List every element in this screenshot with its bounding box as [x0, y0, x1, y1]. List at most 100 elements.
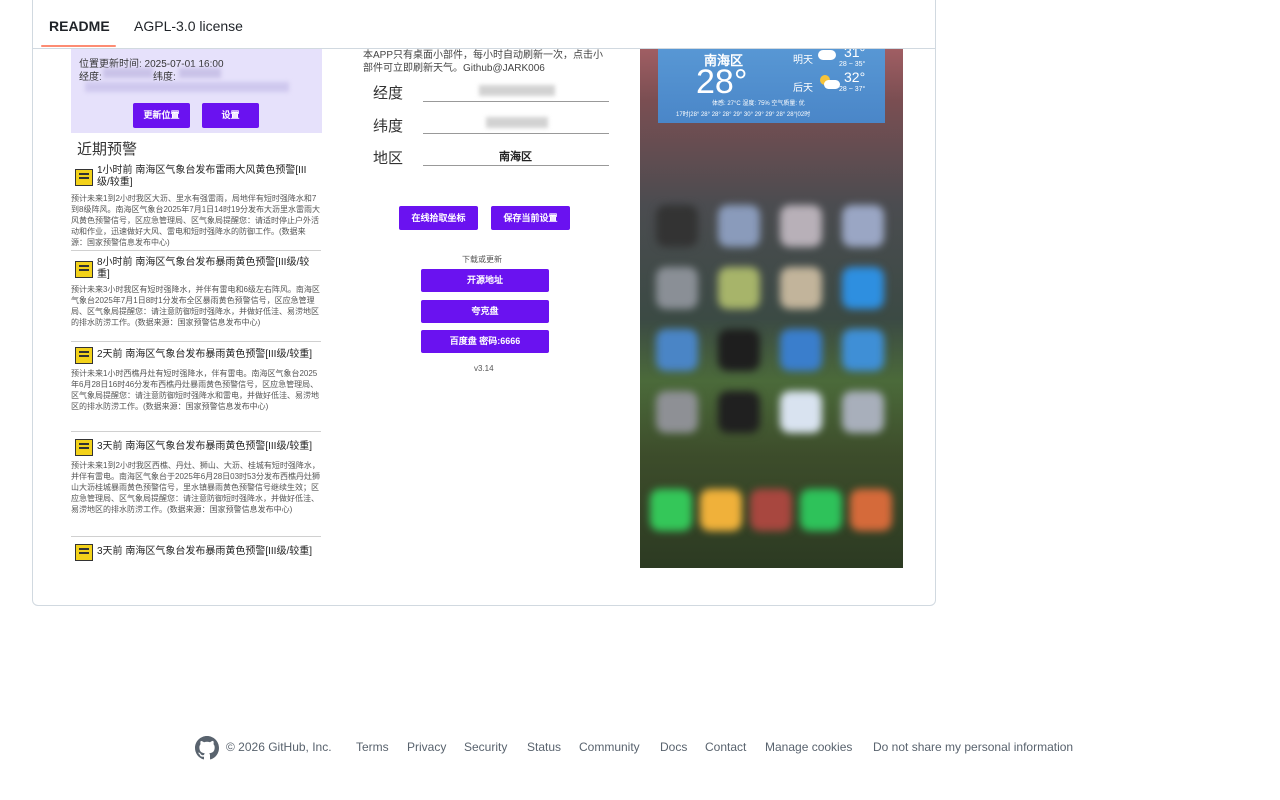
divider	[71, 431, 321, 432]
warning-title: 1小时前 南海区气象台发布雷雨大风黄色预警[III级/较重]	[97, 165, 307, 188]
app-icon[interactable]	[780, 267, 822, 309]
warning-item: 8小时前 南海区气象台发布暴雨黄色预警[III级/较重] 预计未来3小时我区有短…	[71, 257, 322, 342]
lat-label: 纬度:	[153, 72, 176, 83]
warning-body: 预计未来1小时西樵丹灶有短时强降水，伴有雷电。南海区气象台2025年6月28日1…	[71, 369, 319, 411]
lng-blurred-value	[103, 68, 153, 78]
app-icon[interactable]	[780, 391, 822, 433]
warning-title: 2天前 南海区气象台发布暴雨黄色预警[III级/较重]	[97, 349, 313, 360]
lat-field-value-blurred	[486, 117, 548, 128]
address-blurred	[85, 82, 289, 92]
warning-icon	[75, 544, 93, 561]
lat-field-label: 纬度	[373, 118, 404, 135]
message-icon[interactable]	[800, 489, 842, 531]
warning-icon	[75, 169, 93, 186]
app-icon[interactable]	[718, 391, 760, 433]
footer-link-do-not-share[interactable]: Do not share my personal information	[873, 740, 1073, 754]
warning-item: 3天前 南海区气象台发布暴雨黄色预警[III级/较重] 预计未来1到2小时我区西…	[71, 438, 322, 538]
phone-icon[interactable]	[650, 489, 692, 531]
widget-hourly: 17时|28° 28° 28° 28° 29° 30° 29° 29° 28° …	[676, 112, 811, 118]
footer-copyright: © 2026 GitHub, Inc.	[226, 740, 332, 754]
warning-icon	[75, 439, 93, 456]
tab-readme[interactable]: README	[49, 17, 110, 35]
app-icon[interactable]	[842, 205, 884, 247]
app-icon[interactable]	[780, 329, 822, 371]
warning-title: 3天前 南海区气象台发布暴雨黄色预警[III级/较重]	[97, 546, 313, 557]
app-icon[interactable]	[718, 205, 760, 247]
app-version: v3.14	[474, 364, 494, 373]
lng-field-label: 经度	[373, 85, 404, 102]
update-location-button[interactable]: 更新位置	[133, 103, 190, 128]
footer-link-security[interactable]: Security	[464, 740, 507, 754]
footer-link-manage-cookies[interactable]: Manage cookies	[765, 740, 852, 754]
save-settings-button[interactable]: 保存当前设置	[491, 206, 570, 230]
footer-link-docs[interactable]: Docs	[660, 740, 687, 754]
divider	[71, 536, 321, 537]
page-footer: © 2026 GitHub, Inc. Terms Privacy Securi…	[0, 736, 1280, 760]
app-icon[interactable]	[718, 329, 760, 371]
warning-item: 3天前 南海区气象台发布暴雨黄色预警[III级/较重]	[71, 543, 322, 563]
lng-field[interactable]	[423, 101, 609, 102]
lat-field[interactable]	[423, 133, 609, 134]
settings-button[interactable]: 设置	[202, 103, 259, 128]
weather-widget[interactable]: 南海区 28° 明天 31° 28 ~ 35° 后天 32° 28 ~ 37° …	[658, 49, 885, 123]
app-intro-text: 本APP只有桌面小部件，每小时自动刷新一次，点击小部件可立即刷新天气。Githu…	[363, 50, 604, 74]
quark-download-button[interactable]: 夸克盘	[421, 300, 549, 323]
app-icon[interactable]	[842, 267, 884, 309]
baidu-download-button[interactable]: 百度盘 密码:6666	[421, 330, 549, 353]
app-screenshot-settings: 本APP只有桌面小部件，每小时自动刷新一次，点击小部件可立即刷新天气。Githu…	[351, 49, 641, 394]
recent-warnings-title: 近期预警	[77, 141, 138, 158]
app-icon[interactable]	[656, 267, 698, 309]
widget-tomorrow-temp: 31°	[844, 49, 866, 60]
widget-tomorrow-label: 明天	[793, 55, 813, 66]
pick-coordinates-button[interactable]: 在线拾取坐标	[399, 206, 478, 230]
lng-field-value-blurred	[479, 85, 555, 96]
widget-dayafter-label: 后天	[793, 83, 813, 94]
active-tab-indicator	[41, 45, 116, 47]
partly-cloudy-icon	[824, 80, 840, 89]
widget-tomorrow-range: 28 ~ 35°	[839, 61, 866, 68]
app-screenshot-homescreen: 南海区 28° 明天 31° 28 ~ 35° 后天 32° 28 ~ 37° …	[640, 49, 903, 568]
warning-body: 预计未来3小时我区有短时强降水，并伴有雷电和6级左右阵风。南海区气象台2025年…	[71, 285, 320, 327]
area-field-value: 南海区	[499, 151, 532, 163]
app-icon[interactable]	[842, 391, 884, 433]
warning-body: 预计未来1到2小时我区大沥、里水有强雷雨，局地伴有短时强降水和7到8级阵风。南海…	[71, 194, 320, 247]
lat-blurred-value	[179, 68, 221, 78]
widget-dayafter-range: 28 ~ 37°	[839, 86, 866, 93]
warning-title: 8小时前 南海区气象台发布暴雨黄色预警[III级/较重]	[97, 257, 310, 280]
warning-title: 3天前 南海区气象台发布暴雨黄色预警[III级/较重]	[97, 441, 313, 452]
app-icon[interactable]	[750, 489, 792, 531]
warning-icon	[75, 347, 93, 364]
warning-body: 预计未来1到2小时我区西樵、丹灶、狮山、大沥、桂城有短时强降水，并伴有雷电。南海…	[71, 461, 320, 514]
footer-link-contact[interactable]: Contact	[705, 740, 746, 754]
footer-link-status[interactable]: Status	[527, 740, 561, 754]
footer-link-community[interactable]: Community	[579, 740, 640, 754]
area-field-label: 地区	[373, 150, 404, 167]
cloud-icon	[818, 50, 836, 60]
app-icon[interactable]	[656, 391, 698, 433]
download-label: 下载或更新	[462, 255, 502, 264]
app-icon[interactable]	[700, 489, 742, 531]
area-field[interactable]	[423, 165, 609, 166]
app-screenshot-warnings: 位置更新时间: 2025-07-01 16:00 经度: 纬度: 更新位置 设置…	[71, 49, 322, 567]
widget-stats: 体感: 27°C 湿度: 75% 空气质量: 优	[712, 101, 805, 107]
app-icon[interactable]	[656, 329, 698, 371]
app-icon[interactable]	[718, 267, 760, 309]
warning-item: 1小时前 南海区气象台发布雷雨大风黄色预警[III级/较重] 预计未来1到2小时…	[71, 165, 322, 250]
warning-icon	[75, 261, 93, 278]
readme-box: README AGPL-3.0 license 位置更新时间: 2025-07-…	[32, 0, 936, 606]
widget-current-temp: 28°	[696, 63, 748, 101]
divider	[71, 250, 321, 251]
tab-license[interactable]: AGPL-3.0 license	[134, 17, 243, 35]
divider	[71, 341, 321, 342]
warning-item: 2天前 南海区气象台发布暴雨黄色预警[III级/较重] 预计未来1小时西樵丹灶有…	[71, 346, 322, 431]
app-icon[interactable]	[656, 205, 698, 247]
app-icon[interactable]	[780, 205, 822, 247]
browser-icon[interactable]	[850, 489, 892, 531]
app-icon[interactable]	[842, 329, 884, 371]
github-logo-icon[interactable]	[195, 736, 219, 760]
footer-link-terms[interactable]: Terms	[356, 740, 389, 754]
source-link-button[interactable]: 开源地址	[421, 269, 549, 292]
lng-label: 经度:	[79, 72, 102, 83]
widget-dayafter-temp: 32°	[844, 69, 866, 85]
footer-link-privacy[interactable]: Privacy	[407, 740, 446, 754]
